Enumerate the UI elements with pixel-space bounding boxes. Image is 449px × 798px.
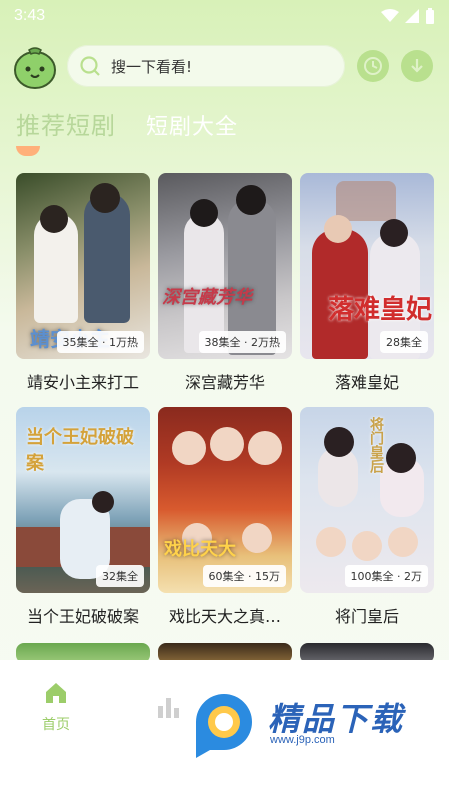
episode-badge: 60集全 · 15万 [202, 565, 286, 587]
drama-card[interactable]: 靖安小主 35集全 · 1万热 靖安小主来打工 [16, 173, 150, 393]
drama-title: 落难皇妃 [334, 373, 399, 392]
search-input[interactable]: 搜一下看看! [67, 45, 345, 87]
episode-badge: 32集全 [96, 565, 144, 587]
p-logo-icon [196, 694, 252, 758]
header: 搜一下看看! [0, 40, 449, 96]
drama-card[interactable]: 戏比天大 60集全 · 15万 戏比天大之真… [158, 407, 292, 627]
poster-title: 将门皇后 [368, 417, 384, 473]
download-button[interactable] [401, 50, 433, 82]
drama-card[interactable]: 落难皇妃 28集全 落难皇妃 [300, 173, 434, 393]
nav-home[interactable]: 首页 [16, 680, 96, 734]
drama-card[interactable]: 深宫藏芳华 38集全 · 2万热 深宫藏芳华 [158, 173, 292, 393]
drama-poster: 落难皇妃 28集全 [300, 173, 434, 359]
drama-poster: 将门皇后 100集全 · 2万 [300, 407, 434, 593]
poster-title: 戏比天大 [164, 539, 236, 560]
search-icon [80, 56, 100, 76]
episode-badge: 38集全 · 2万热 [198, 331, 286, 353]
drama-card[interactable]: 将门皇后 100集全 · 2万 将门皇后 [300, 407, 434, 627]
history-button[interactable] [357, 50, 389, 82]
search-placeholder: 搜一下看看! [111, 57, 193, 76]
download-icon [411, 59, 423, 73]
drama-title: 将门皇后 [334, 607, 399, 626]
poster-title: 深宫藏芳华 [162, 287, 252, 308]
drama-title: 深宫藏芳华 [184, 373, 265, 392]
tab-indicator [16, 146, 40, 156]
status-bar: 3:43 [0, 0, 449, 32]
apple-logo-icon [14, 47, 56, 89]
battery-icon [426, 8, 434, 24]
watermark: 精品下载 www.j9p.com [188, 688, 428, 758]
category-tabs: 推荐短剧 短剧大全 [16, 106, 238, 141]
watermark-url: www.j9p.com [270, 734, 335, 746]
drama-poster: 当个王妃破破案 32集全 [16, 407, 150, 593]
episode-badge: 35集全 · 1万热 [56, 331, 144, 353]
clock-icon [364, 57, 382, 75]
home-icon [46, 683, 66, 703]
drama-poster: 戏比天大 60集全 · 15万 [158, 407, 292, 593]
wifi-icon [381, 9, 399, 22]
chart-icon [158, 698, 179, 718]
drama-card[interactable]: 当个王妃破破案 32集全 当个王妃破破案 [16, 407, 150, 627]
nav-home-label: 首页 [42, 717, 70, 733]
episode-badge: 100集全 · 2万 [344, 565, 428, 587]
poster-title: 落难皇妃 [328, 295, 433, 325]
drama-title: 靖安小主来打工 [26, 373, 139, 392]
drama-poster: 深宫藏芳华 38集全 · 2万热 [158, 173, 292, 359]
poster-title: 当个王妃破破案 [26, 427, 134, 474]
signal-icon [405, 9, 419, 23]
tab-recommended[interactable]: 推荐短剧 [16, 106, 116, 141]
drama-title: 戏比天大之真… [168, 607, 281, 626]
drama-poster: 靖安小主 35集全 · 1万热 [16, 173, 150, 359]
episode-badge: 28集全 [380, 331, 428, 353]
status-time: 3:43 [14, 7, 46, 24]
tab-all-dramas[interactable]: 短剧大全 [146, 109, 238, 141]
status-icons [381, 8, 435, 24]
drama-title: 当个王妃破破案 [26, 607, 139, 626]
